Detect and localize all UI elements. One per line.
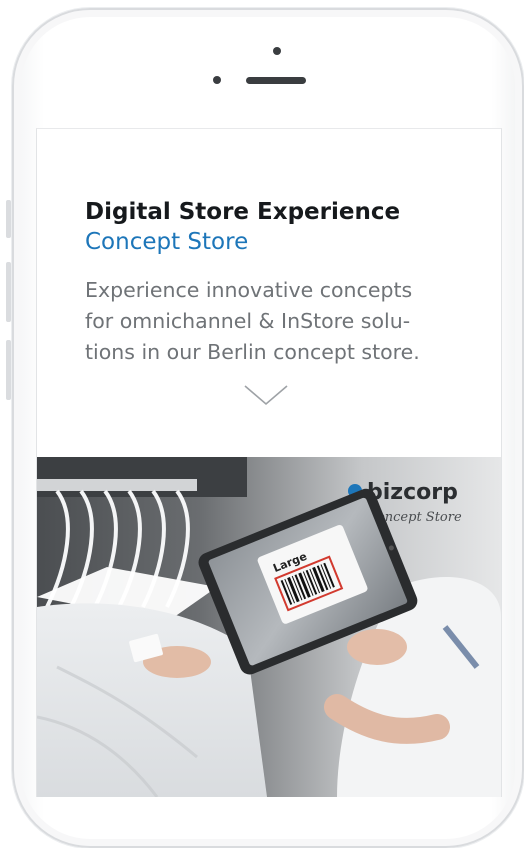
mute-switch <box>6 200 11 238</box>
staff-hand <box>347 629 407 665</box>
page-title: Digital Store Experience <box>85 199 401 225</box>
volume-down-button <box>6 340 11 400</box>
intro-text: Experience innovative concepts for omnic… <box>85 275 495 368</box>
hero-photo: bizcorp Concept Store Large <box>37 457 501 797</box>
chevron-down-icon <box>244 385 288 406</box>
wall-sign-logo: bizcorp <box>367 480 458 505</box>
earpiece-speaker <box>246 77 306 84</box>
phone-screen: Digital Store Experience Concept Store E… <box>36 128 502 797</box>
front-camera <box>273 47 281 55</box>
proximity-sensor <box>213 76 221 84</box>
page-subtitle: Concept Store <box>85 229 249 255</box>
volume-up-button <box>6 262 11 322</box>
scroll-down-button[interactable] <box>243 383 289 407</box>
intro-line: Experience innovative concepts <box>85 278 413 302</box>
clothes-rack-bar <box>37 479 197 491</box>
intro-line: tions in our Berlin concept store. <box>85 340 420 364</box>
intro-line: for omnichannel & InStore solu- <box>85 309 411 333</box>
